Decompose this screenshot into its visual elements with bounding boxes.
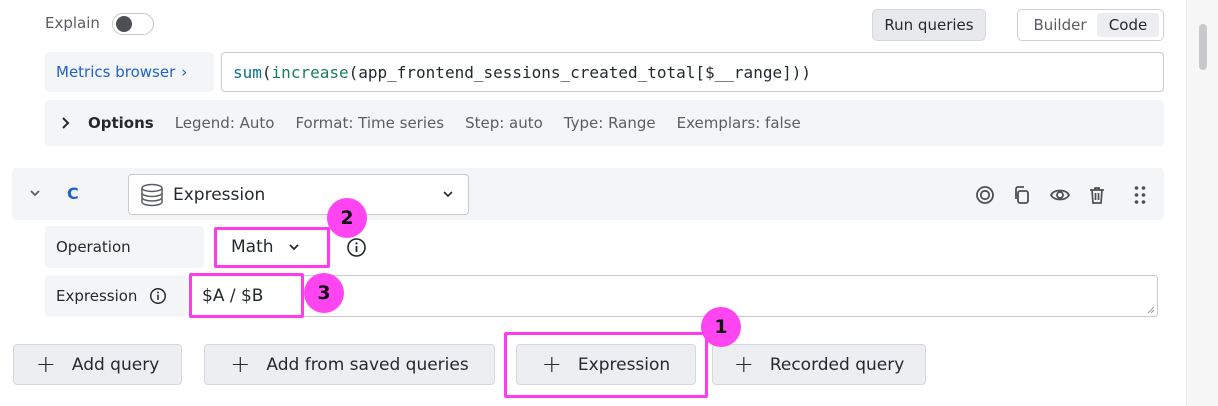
eye-icon[interactable] [1049,184,1071,206]
info-icon[interactable] [149,287,167,305]
info-icon[interactable] [346,237,367,258]
run-queries-button[interactable]: Run queries [872,9,986,41]
annotation-badge-1: 1 [701,307,741,347]
option-type: Type: Range [563,114,656,132]
circle-target-icon[interactable] [974,184,996,206]
query-token-rest: (app_frontend_sessions_created_total[$__… [348,62,811,82]
mode-code-option[interactable]: Code [1097,13,1159,37]
operation-label: Operation [45,226,204,268]
add-query-button[interactable]: + Add query [13,344,182,385]
promql-query-editor[interactable]: sum(increase (app_frontend_sessions_creat… [221,52,1164,92]
expression-label-text: Expression [56,287,138,305]
editor-mode-toggle: Builder Code [1017,9,1164,41]
chevron-right-icon [61,117,73,129]
trash-icon[interactable] [1086,184,1108,206]
recorded-query-button[interactable]: + Recorded query [712,344,926,385]
mode-builder-option[interactable]: Builder [1024,13,1096,37]
plus-icon: + [35,349,56,378]
highlight-box-3 [189,273,304,318]
annotation-badge-3: 3 [304,273,344,313]
annotation-badge-2: 2 [327,198,367,238]
explain-toggle[interactable] [112,13,154,35]
toggle-knob [116,16,132,32]
chevron-down-icon[interactable] [28,188,42,200]
add-saved-label: Add from saved queries [266,354,469,375]
add-query-label: Add query [71,354,160,375]
add-from-saved-queries-button[interactable]: + Add from saved queries [204,344,495,385]
option-step: Step: auto [465,114,543,132]
highlight-box-2 [214,227,330,268]
datasource-select[interactable]: Expression [128,174,469,215]
explain-label: Explain [45,14,100,32]
query-token-increase: increase [271,62,349,82]
duplicate-icon[interactable] [1011,184,1033,206]
plus-icon: + [733,349,754,378]
drag-handle-icon[interactable] [1129,184,1151,206]
database-icon [141,183,163,206]
query-ref-id[interactable]: C [67,184,79,203]
chevron-down-icon [443,191,453,198]
option-legend: Legend: Auto [174,114,275,132]
highlight-box-1 [504,332,708,398]
query-token-paren: ( [261,62,272,82]
option-format: Format: Time series [295,114,445,132]
metrics-browser-label: Metrics browser [56,63,176,81]
metrics-browser-button[interactable]: Metrics browser › [45,52,214,92]
plus-icon: + [230,349,251,378]
query-options-row[interactable]: Options Legend: Auto Format: Time series… [45,100,1164,146]
chevron-right-icon: › [181,63,188,81]
resize-grip-icon[interactable] [1147,306,1155,314]
expression-label: Expression [45,275,187,317]
options-title: Options [88,114,154,132]
option-exemplars: Exemplars: false [676,114,801,132]
scrollbar-thumb[interactable] [1199,24,1207,70]
datasource-name: Expression [173,184,266,205]
query-token-sum: sum [233,62,262,82]
recorded-query-label: Recorded query [769,354,905,375]
